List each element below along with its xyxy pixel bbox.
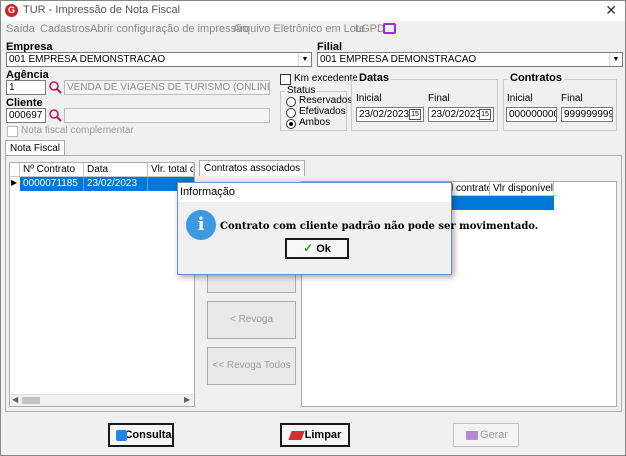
calendar-icon[interactable]: 15 (409, 109, 421, 120)
menu-bar: Saída Cadastros Abrir configuração de im… (1, 21, 625, 39)
monitor-icon[interactable] (383, 23, 396, 34)
ok-label: Ok (316, 243, 331, 255)
contratos-title: Contratos (508, 72, 564, 84)
data-inicial-value: 23/02/2023 (359, 109, 410, 120)
km-excedente-label: Km excedente (294, 73, 358, 84)
datas-final-label: Final (428, 93, 450, 104)
row-indicator-header (10, 163, 20, 177)
radio-reservados-label: Reservados (299, 95, 353, 106)
contratos-group (503, 79, 617, 131)
contratos-final-label: Final (561, 93, 583, 104)
table-row[interactable]: 0000071185 23/02/2023 (20, 177, 194, 191)
scroll-right-icon[interactable]: ▶ (184, 395, 190, 404)
col-vlr-disponivel[interactable]: Vlr disponível (490, 182, 554, 196)
filial-value: 001 EMPRESA DEMONSTRACAO (320, 54, 477, 65)
chevron-down-icon[interactable]: ▼ (298, 53, 311, 66)
cliente-name-field (64, 108, 270, 123)
dialog-message: Contrato com cliente padrão não pode ser… (220, 221, 539, 232)
data-final-value: 23/02/2023 (431, 109, 482, 120)
printer-icon (466, 431, 478, 440)
left-grid-header: Nº Contrato Data Vlr. total cor (10, 163, 194, 177)
km-excedente-checkbox[interactable] (280, 74, 291, 85)
menu-saida[interactable]: Saída (6, 23, 35, 35)
nota-complementar-label: Nota fiscal complementar (21, 125, 134, 136)
cell-data: 23/02/2023 (84, 177, 148, 191)
col-data[interactable]: Data (84, 163, 148, 177)
menu-abrir-configuracao[interactable]: Abrir configuração de impressão (90, 23, 248, 35)
limpar-button[interactable]: Limpar (280, 423, 350, 447)
contratos-inicial-label: Inicial (507, 93, 533, 104)
info-icon: i (186, 210, 216, 240)
calendar-icon[interactable]: 15 (479, 109, 491, 120)
revoga-todos-button[interactable]: << Revoga Todos (207, 347, 296, 385)
left-contracts-grid[interactable]: Nº Contrato Data Vlr. total cor ▶ 000007… (9, 162, 195, 407)
cell-contrato: 0000071185 (20, 177, 84, 191)
revoga-button[interactable]: < Revoga (207, 301, 296, 339)
main-window: G TUR - Impressão de Nota Fiscal ✕ Saída… (0, 0, 626, 456)
chevron-down-icon[interactable]: ▼ (609, 53, 622, 66)
app-logo-icon: G (5, 4, 18, 17)
row-pointer-icon: ▶ (11, 178, 18, 187)
cliente-code-input[interactable]: 000697 (6, 108, 46, 123)
tab-nota-fiscal[interactable]: Nota Fiscal (5, 140, 66, 156)
consulta-button[interactable]: Consulta (108, 423, 174, 447)
menu-cadastros[interactable]: Cadastros (40, 23, 90, 35)
tab-contratos-associados[interactable]: Contratos associados (199, 160, 306, 176)
scroll-thumb[interactable] (22, 397, 40, 404)
scroll-left-icon[interactable]: ◀ (12, 395, 18, 404)
radio-efetivados-label: Efetivados (299, 106, 346, 117)
empresa-select[interactable]: 001 EMPRESA DEMONSTRACAO ▼ (6, 52, 312, 67)
gerar-button[interactable]: Gerar (453, 423, 519, 447)
agencia-name-field: VENDA DE VIAGENS DE TURISMO (ONLINE) (64, 80, 270, 95)
col-vlr-total[interactable]: Vlr. total cor (148, 163, 194, 177)
contrato-inicial-input[interactable]: 0000000001 (506, 107, 557, 122)
search-icon[interactable] (48, 80, 62, 94)
empresa-value: 001 EMPRESA DEMONSTRACAO (9, 54, 166, 65)
filial-select[interactable]: 001 EMPRESA DEMONSTRACAO ▼ (317, 52, 623, 67)
datas-group (351, 79, 498, 131)
nota-complementar-checkbox[interactable] (7, 126, 18, 137)
radio-efetivados[interactable] (286, 108, 296, 118)
dialog-title: Informação (178, 183, 451, 202)
ok-button[interactable]: ✓ Ok (285, 238, 349, 259)
horizontal-scrollbar[interactable]: ◀ ▶ (10, 394, 194, 406)
col-vlr-contrato[interactable]: l contrato (448, 182, 490, 196)
close-icon[interactable]: ✕ (605, 2, 617, 19)
contrato-final-input[interactable]: 9999999999 (561, 107, 613, 122)
save-disk-icon (116, 430, 127, 441)
radio-ambos-label: Ambos (299, 117, 331, 128)
datas-inicial-label: Inicial (356, 93, 382, 104)
menu-arquivo-eletronico[interactable]: Arquivo Eletrônico em Lote (233, 23, 365, 35)
window-title: TUR - Impressão de Nota Fiscal (23, 4, 181, 16)
agencia-code-input[interactable]: 1 (6, 80, 46, 95)
radio-reservados[interactable] (286, 97, 296, 107)
search-icon[interactable] (48, 108, 62, 122)
info-dialog: Informação i Contrato com cliente padrão… (177, 182, 538, 275)
menu-lgpd[interactable]: LGPD (355, 23, 385, 35)
datas-title: Datas (357, 72, 391, 84)
col-num-contrato[interactable]: Nº Contrato (20, 163, 84, 177)
radio-ambos[interactable] (286, 119, 296, 129)
checkmark-icon: ✓ (303, 241, 314, 255)
title-bar: G TUR - Impressão de Nota Fiscal ✕ (1, 1, 625, 21)
